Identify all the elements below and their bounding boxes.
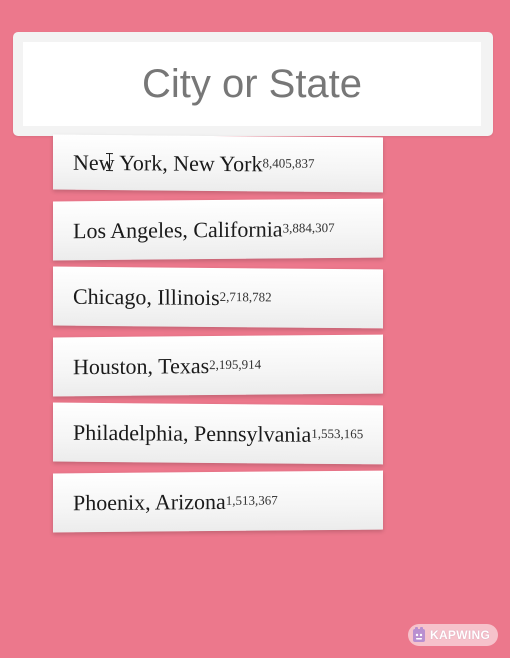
suggestion-item[interactable]: Philadelphia, Pennsylvania 1,553,165	[53, 402, 384, 465]
suggestion-list: New York, New York 8,405,837 Los Angeles…	[53, 134, 384, 540]
kapwing-logo-icon	[412, 627, 426, 643]
kapwing-watermark: KAPWING	[408, 624, 498, 646]
search-box	[13, 32, 493, 136]
search-input[interactable]	[23, 42, 481, 126]
suggestion-item[interactable]: New York, New York 8,405,837	[53, 134, 384, 193]
suggestion-city-name: Philadelphia, Pennsylvania	[73, 419, 312, 447]
suggestion-city-name: Houston, Texas	[73, 352, 210, 379]
suggestion-city-name: Chicago, Illinois	[73, 283, 220, 310]
suggestion-population: 1,513,367	[225, 491, 278, 508]
suggestion-population: 1,553,165	[311, 425, 364, 441]
suggestion-population: 3,884,307	[282, 219, 335, 235]
suggestion-population: 2,718,782	[219, 288, 272, 304]
suggestion-population: 2,195,914	[209, 356, 262, 372]
suggestion-city-name: Phoenix, Arizona	[73, 488, 226, 515]
suggestion-item[interactable]: Houston, Texas 2,195,914	[53, 334, 384, 397]
watermark-text: KAPWING	[430, 628, 491, 642]
suggestion-population: 8,405,837	[262, 154, 315, 171]
suggestion-item[interactable]: Los Angeles, California 3,884,307	[53, 198, 384, 261]
suggestion-item[interactable]: Phoenix, Arizona 1,513,367	[53, 470, 384, 533]
suggestion-item[interactable]: Chicago, Illinois 2,718,782	[53, 266, 384, 329]
suggestion-city-name: New York, New York	[73, 149, 263, 176]
suggestion-city-name: Los Angeles, California	[73, 215, 283, 243]
